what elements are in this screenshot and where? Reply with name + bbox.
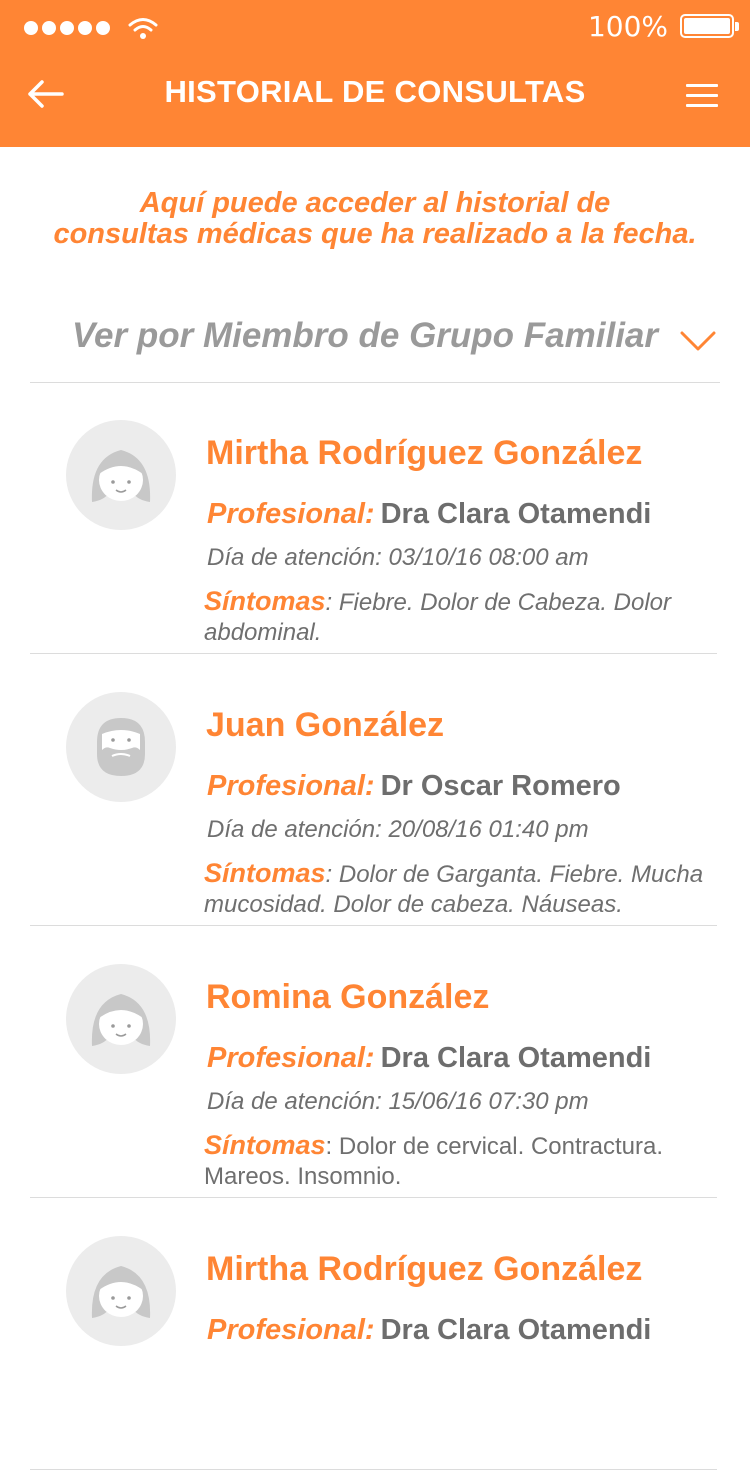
male-avatar-icon	[66, 692, 176, 802]
filter-label: Ver por Miembro de Grupo Familiar	[71, 316, 659, 355]
page-title: HISTORIAL DE CONSULTAS	[164, 74, 586, 109]
wifi-icon	[128, 18, 158, 39]
professional-row: Profesional: Dr Oscar Romero	[207, 770, 621, 803]
symptoms-row: Síntomas: Dolor de Garganta. Fiebre. Muc…	[204, 858, 724, 920]
attention-date: Día de atención: 20/08/16 01:40 pm	[207, 816, 589, 843]
intro-line-2: consultas médicas que ha realizado a la …	[53, 218, 697, 250]
professional-row: Profesional: Dra Clara Otamendi	[207, 498, 651, 531]
symptoms-label: Síntomas	[204, 1130, 326, 1160]
professional-label: Profesional:	[207, 1314, 375, 1346]
symptoms-row: Síntomas: Dolor de cervical. Contractura…	[204, 1130, 724, 1192]
consultation-item[interactable]: Juan González Profesional: Dr Oscar Romer…	[0, 654, 750, 926]
symptoms-row: Síntomas: Fiebre. Dolor de Cabeza. Dolor…	[204, 586, 724, 648]
patient-name: Mirtha Rodríguez González	[206, 434, 643, 472]
female-avatar-icon	[66, 420, 176, 530]
professional-name: Dr Oscar Romero	[380, 770, 621, 802]
consultation-item[interactable]: Mirtha Rodríguez González Profesional: Dr…	[0, 382, 750, 654]
professional-name: Dra Clara Otamendi	[380, 498, 652, 530]
app-header: 100% HISTORIAL DE CONSULTAS	[0, 0, 750, 147]
patient-name: Juan González	[206, 706, 445, 744]
professional-label: Profesional:	[207, 1042, 375, 1074]
consultation-list: Mirtha Rodríguez González Profesional: Dr…	[0, 382, 750, 1470]
family-member-filter[interactable]: Ver por Miembro de Grupo Familiar	[30, 300, 720, 383]
female-avatar-icon	[66, 1236, 176, 1346]
professional-row: Profesional: Dra Clara Otamendi	[207, 1314, 651, 1347]
professional-name: Dra Clara Otamendi	[380, 1314, 652, 1346]
professional-row: Profesional: Dra Clara Otamendi	[207, 1042, 651, 1075]
attention-date: Día de atención: 03/10/16 08:00 am	[207, 544, 589, 571]
hamburger-menu-icon[interactable]	[686, 84, 718, 107]
battery-icon	[680, 14, 739, 38]
consultation-item[interactable]: Mirtha Rodríguez González Profesional: Dr…	[0, 1198, 750, 1470]
signal-dots-icon	[24, 16, 158, 40]
professional-name: Dra Clara Otamendi	[380, 1042, 652, 1074]
professional-label: Profesional:	[207, 498, 375, 530]
patient-name: Mirtha Rodríguez González	[206, 1250, 643, 1288]
patient-name: Romina González	[206, 978, 490, 1016]
intro-line-1: Aquí puede acceder al historial de	[139, 187, 611, 219]
intro-text: Aquí puede acceder al historial de consu…	[0, 188, 750, 250]
battery-percentage: 100%	[587, 10, 668, 43]
consultation-item[interactable]: Romina González Profesional: Dra Clara Ot…	[0, 926, 750, 1198]
professional-label: Profesional:	[207, 770, 375, 802]
chevron-down-icon[interactable]	[680, 330, 716, 352]
female-avatar-icon	[66, 964, 176, 1074]
symptoms-label: Síntomas	[204, 586, 326, 616]
attention-date: Día de atención: 15/06/16 07:30 pm	[207, 1088, 589, 1115]
symptoms-label: Síntomas	[204, 858, 326, 888]
